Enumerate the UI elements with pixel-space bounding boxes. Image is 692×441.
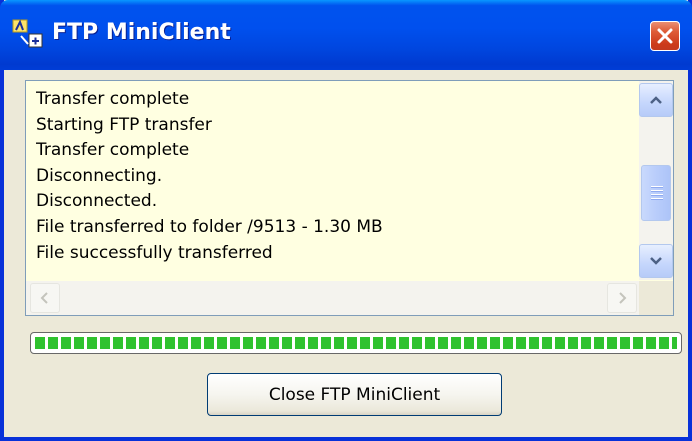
scroll-up-button[interactable]: [639, 83, 673, 117]
log-line: Disconnected.: [36, 191, 158, 212]
log-line: File transferred to folder /9513 - 1.30 …: [36, 216, 383, 237]
log-line: Transfer complete: [36, 140, 190, 161]
grip-line: [651, 198, 663, 199]
scroll-thumb[interactable]: [641, 165, 671, 221]
close-ftp-miniclient-button[interactable]: Close FTP MiniClient: [207, 373, 502, 416]
scroll-down-button[interactable]: [639, 244, 673, 278]
scroll-right-button[interactable]: [607, 283, 637, 313]
chevron-down-icon: [650, 257, 662, 265]
scroll-left-button[interactable]: [30, 283, 60, 313]
log-lines: Transfer complete Starting FTP transfer …: [36, 87, 635, 266]
log-line: Transfer complete: [36, 89, 190, 109]
transfer-progress-bar: [30, 332, 682, 354]
log-line: Disconnecting.: [36, 165, 163, 186]
close-window-button[interactable]: [650, 21, 680, 51]
scrollbar-corner: [639, 281, 673, 315]
chevron-left-icon: [40, 292, 48, 304]
log-line: Starting FTP transfer: [36, 114, 212, 135]
transfer-log[interactable]: Transfer complete Starting FTP transfer …: [25, 80, 674, 316]
progress-fill: [35, 337, 677, 349]
grip-line: [651, 194, 663, 195]
close-x-icon: [657, 28, 673, 44]
chevron-right-icon: [619, 292, 627, 304]
ftp-client-icon: [12, 18, 44, 50]
ftp-miniclient-window: FTP MiniClient Transfer complete Startin…: [0, 0, 692, 441]
title-bar[interactable]: FTP MiniClient: [0, 0, 692, 70]
grip-line: [651, 186, 663, 187]
vertical-scrollbar[interactable]: [639, 81, 673, 280]
horizontal-scrollbar[interactable]: [26, 281, 639, 315]
window-title: FTP MiniClient: [52, 20, 231, 45]
grip-line: [651, 190, 663, 191]
log-line: File successfully transferred: [36, 242, 273, 263]
chevron-up-icon: [650, 96, 662, 104]
